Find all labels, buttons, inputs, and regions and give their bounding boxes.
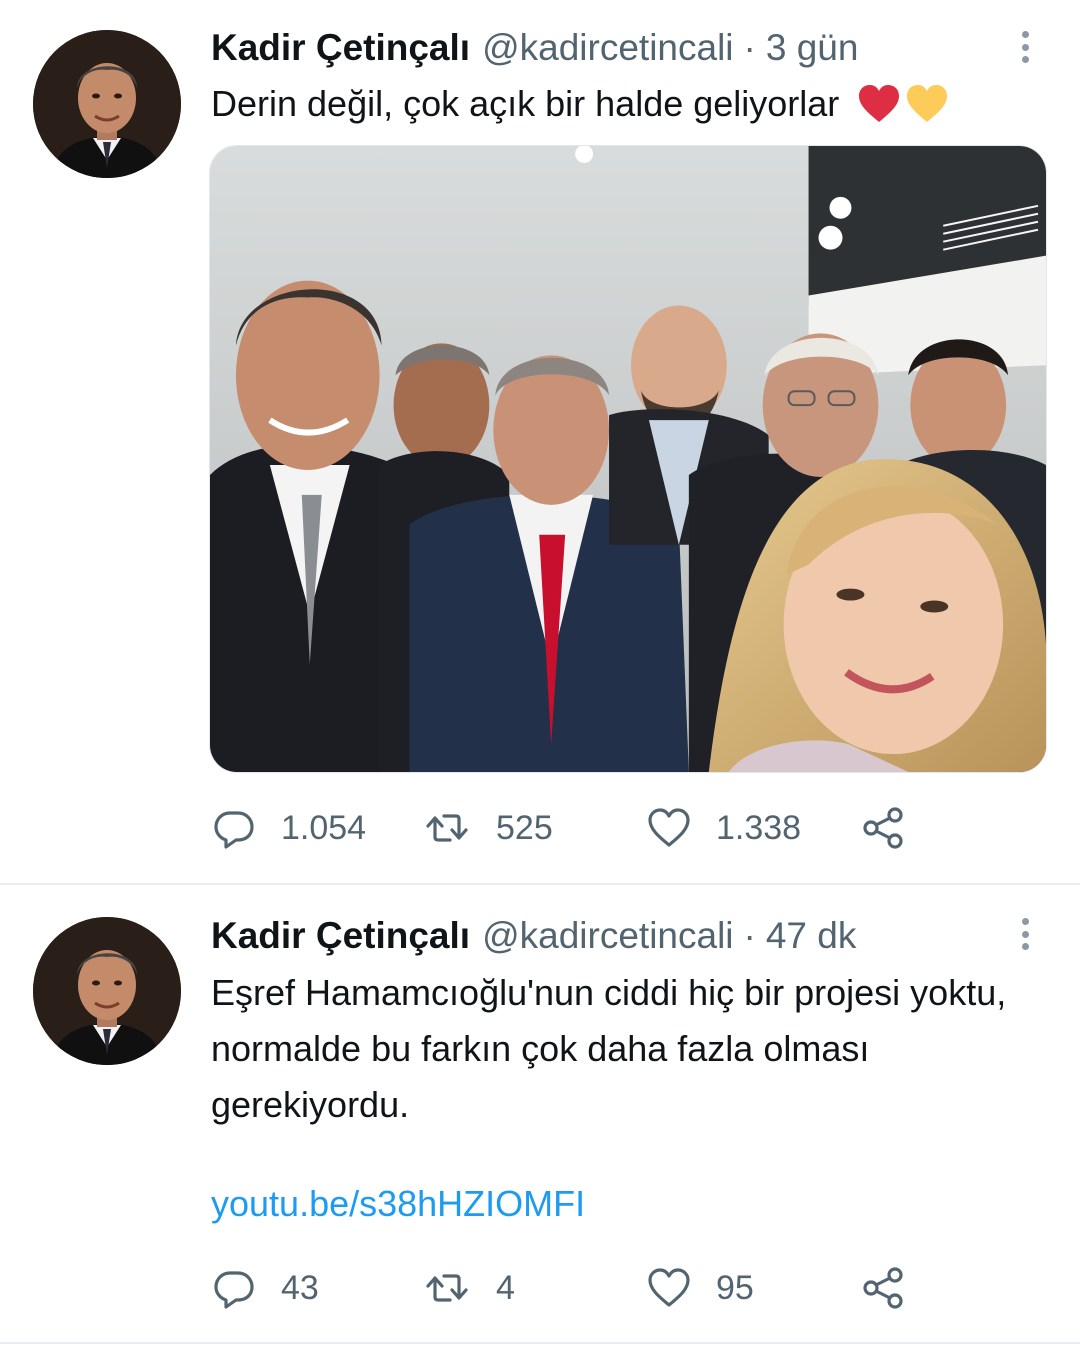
tweet-actions: 43 4 95 <box>211 1263 931 1313</box>
user-handle[interactable]: @kadircetincali <box>482 916 733 956</box>
retweet-button[interactable]: 4 <box>424 1263 515 1313</box>
user-handle[interactable]: @kadircetincali <box>482 28 733 68</box>
retweet-icon <box>426 814 468 842</box>
timestamp[interactable]: 47 dk <box>766 916 857 956</box>
display-name[interactable]: Kadir Çetinçalı <box>211 28 470 68</box>
reply-count: 1.054 <box>281 808 367 847</box>
separator-dot: · <box>743 27 756 68</box>
like-count: 95 <box>716 1268 754 1307</box>
display-name[interactable]: Kadir Çetinçalı <box>211 916 470 956</box>
retweet-count: 525 <box>496 808 553 847</box>
tweet[interactable]: Kadir Çetinçalı @kadircetincali · 3 gün … <box>0 0 1080 884</box>
tweet-header: Kadir Çetinçalı @kadircetincali · 3 gün <box>211 28 858 68</box>
reply-count: 43 <box>281 1268 319 1307</box>
reply-icon <box>214 811 254 849</box>
avatar-portrait <box>33 30 181 178</box>
tweet-text: Derin değil, çok açık bir halde geliyorl… <box>211 76 1041 132</box>
like-count: 1.338 <box>716 808 802 847</box>
like-button[interactable]: 95 <box>646 1263 754 1313</box>
tweet-divider <box>0 1342 1080 1344</box>
reply-button[interactable]: 1.054 <box>211 803 366 853</box>
like-icon <box>648 808 690 847</box>
tweet-text-content: Derin değil, çok açık bir halde geliyorl… <box>211 83 840 124</box>
separator-dot: · <box>743 915 756 956</box>
emoji-group <box>857 84 949 124</box>
tweet-text: Eşref Hamamcıoğlu'nun ciddi hiç bir proj… <box>211 972 1007 1125</box>
tweet-actions: 1.054 525 1.338 <box>211 803 931 853</box>
like-button[interactable]: 1.338 <box>646 803 801 853</box>
share-button[interactable] <box>861 803 907 853</box>
group-selfie-photo <box>210 146 1046 772</box>
retweet-count: 4 <box>496 1268 515 1307</box>
tweet[interactable]: Kadir Çetinçalı @kadircetincali · 47 dk … <box>0 884 1080 1345</box>
timestamp[interactable]: 3 gün <box>766 28 859 68</box>
like-icon <box>648 1268 690 1307</box>
more-icon[interactable] <box>1013 27 1037 67</box>
more-icon[interactable] <box>1013 914 1037 954</box>
reply-button[interactable]: 43 <box>211 1263 319 1313</box>
avatar[interactable] <box>33 917 181 1065</box>
tweet-link[interactable]: youtu.be/s38hHZIOMFI <box>211 1182 585 1226</box>
retweet-button[interactable]: 525 <box>424 803 553 853</box>
share-button[interactable] <box>861 1263 907 1313</box>
tweet-photo[interactable] <box>209 145 1047 773</box>
red-heart-icon <box>859 85 900 122</box>
share-icon <box>863 807 903 849</box>
avatar[interactable] <box>33 30 181 178</box>
share-icon <box>863 1267 903 1309</box>
reply-icon <box>214 1271 254 1309</box>
avatar-portrait <box>33 917 181 1065</box>
yellow-heart-icon <box>907 85 948 122</box>
tweet-header: Kadir Çetinçalı @kadircetincali · 47 dk <box>211 916 856 956</box>
retweet-icon <box>426 1274 468 1302</box>
